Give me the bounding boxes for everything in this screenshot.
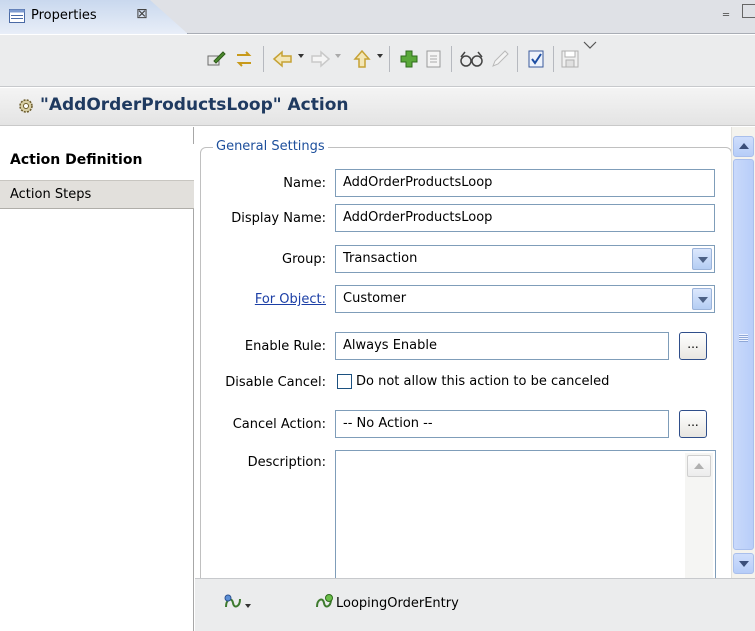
flow-icon — [314, 593, 334, 616]
pencil-icon — [489, 48, 511, 70]
group-combo-value: Transaction — [343, 251, 418, 266]
scrollbar-grip — [739, 334, 748, 342]
status-bar — [195, 578, 755, 631]
forward-icon — [308, 48, 332, 70]
add-icon[interactable] — [398, 48, 420, 70]
minimize-icon[interactable]: ‗ — [723, 2, 729, 16]
display-name-field[interactable]: AddOrderProductsLoop — [335, 204, 715, 232]
toolbar — [0, 35, 755, 87]
for-object-combo[interactable]: Customer — [335, 285, 715, 313]
properties-table-icon — [9, 9, 25, 23]
description-scroll-up-icon[interactable] — [687, 455, 711, 477]
up-dropdown-icon[interactable] — [377, 54, 383, 58]
display-name-label: Display Name: — [231, 211, 326, 226]
sync-icon[interactable] — [233, 48, 255, 70]
validate-icon[interactable] — [525, 48, 547, 70]
nav-item-label: Action Steps — [10, 187, 92, 202]
gear-icon — [17, 97, 35, 115]
close-icon[interactable]: ⊠ — [136, 6, 148, 22]
back-icon[interactable] — [271, 48, 295, 70]
flow-menu-icon[interactable] — [223, 593, 243, 616]
edit-icon[interactable] — [205, 48, 227, 70]
for-object-combo-value: Customer — [343, 291, 407, 306]
up-icon[interactable] — [351, 48, 373, 70]
save-icon — [559, 48, 581, 70]
view-icon[interactable] — [459, 48, 485, 70]
name-field[interactable]: AddOrderProductsLoop — [335, 169, 715, 197]
back-dropdown-icon[interactable] — [298, 54, 304, 58]
disable-cancel-checkbox[interactable] — [337, 374, 352, 389]
name-label: Name: — [283, 176, 326, 191]
tab-title: Properties — [31, 8, 97, 23]
view-menu-icon[interactable] — [583, 40, 597, 62]
nav-item-label: Action Definition — [10, 152, 143, 168]
status-bar-label[interactable]: LoopingOrderEntry — [336, 596, 459, 611]
enable-rule-field[interactable]: Always Enable — [335, 332, 669, 360]
for-object-link[interactable]: For Object: — [196, 292, 326, 307]
group-title: General Settings — [213, 139, 328, 154]
group-dropdown-icon[interactable] — [692, 248, 712, 270]
group-combo[interactable]: Transaction — [335, 245, 715, 273]
maximize-icon[interactable] — [742, 4, 755, 18]
scroll-down-icon[interactable] — [733, 553, 754, 574]
description-label: Description: — [247, 455, 326, 470]
cancel-action-browse-button[interactable]: ... — [679, 410, 707, 438]
enable-rule-label: Enable Rule: — [244, 339, 326, 354]
nav-item-action-definition[interactable]: Action Definition — [0, 144, 194, 180]
cancel-action-field[interactable]: -- No Action -- — [335, 410, 669, 438]
copy-icon[interactable] — [423, 48, 445, 70]
cancel-action-label: Cancel Action: — [232, 417, 326, 432]
scrollbar-thumb[interactable] — [733, 159, 754, 550]
flow-menu-dropdown-icon[interactable] — [245, 604, 251, 608]
for-object-dropdown-icon[interactable] — [692, 288, 712, 310]
disable-cancel-checkbox-label[interactable]: Do not allow this action to be canceled — [356, 374, 609, 389]
nav-item-action-steps[interactable]: Action Steps — [0, 180, 194, 209]
disable-cancel-label: Disable Cancel: — [225, 375, 326, 390]
enable-rule-browse-button[interactable]: ... — [679, 332, 707, 360]
scroll-up-icon[interactable] — [733, 136, 754, 157]
group-label: Group: — [282, 252, 326, 267]
forward-dropdown-icon — [335, 54, 341, 58]
page-title: "AddOrderProductsLoop" Action — [40, 95, 349, 115]
